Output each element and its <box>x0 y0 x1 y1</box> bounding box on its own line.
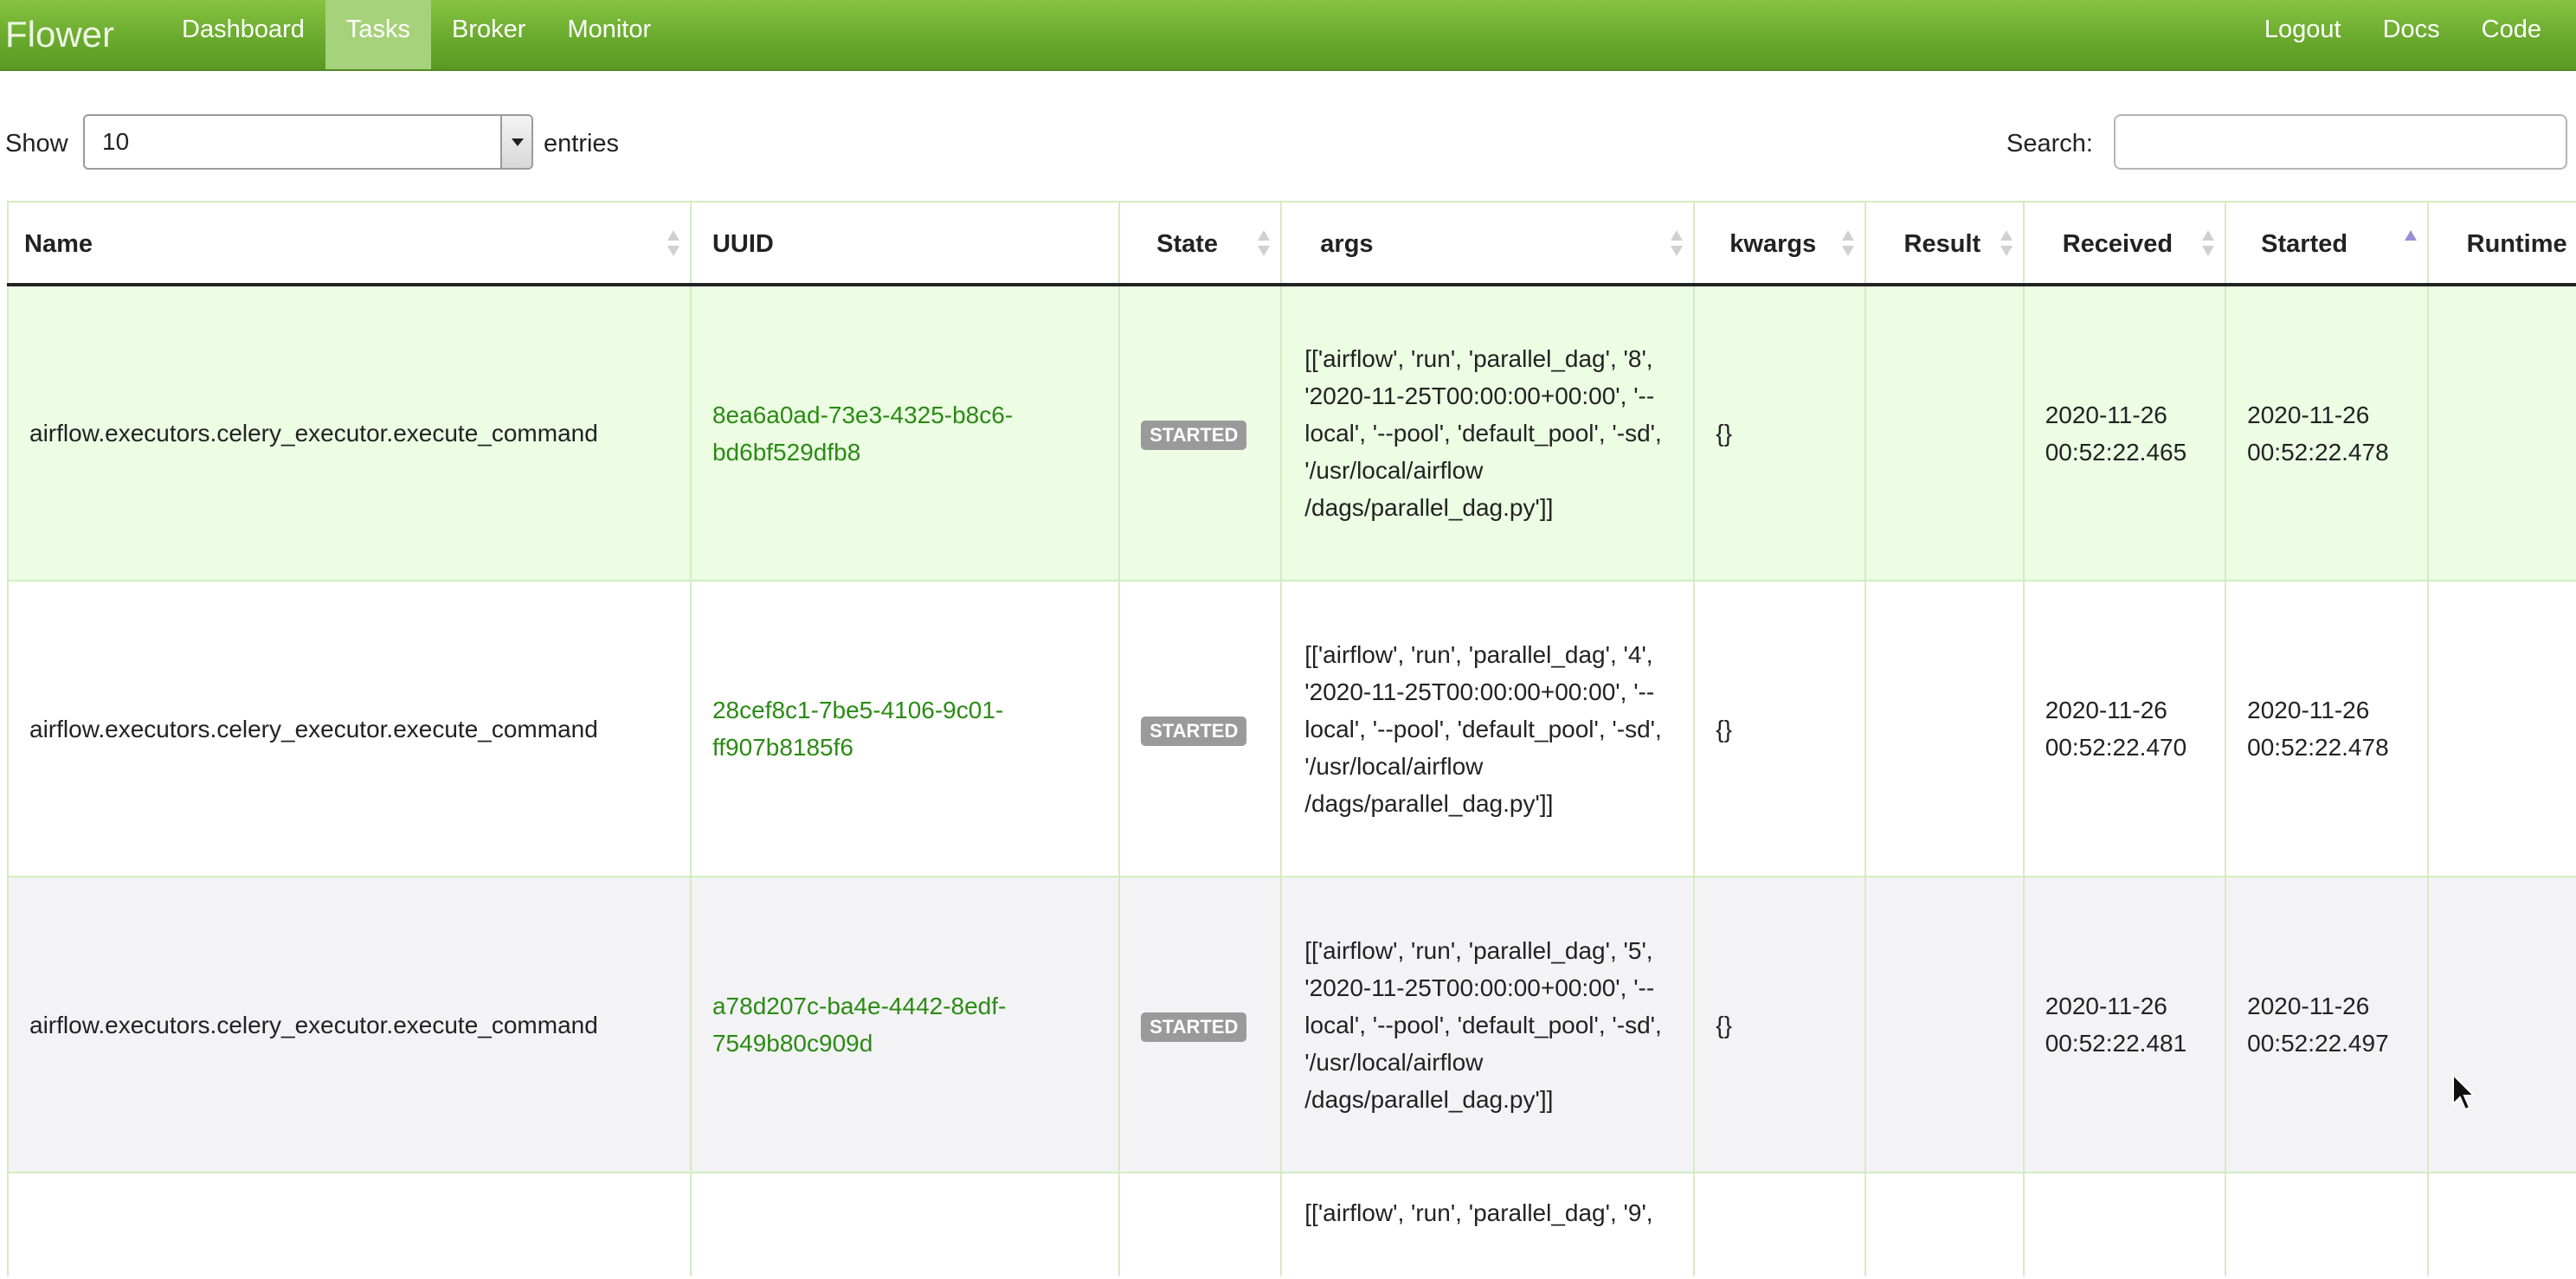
tasks-table: Name UUID State args kwargs Result Recei… <box>7 201 2576 1276</box>
column-header-uuid[interactable]: UUID <box>689 201 1120 286</box>
nav-left: Dashboard Tasks Broker Monitor <box>161 0 672 69</box>
sort-icon <box>1258 228 1271 260</box>
state-badge: STARTED <box>1141 421 1247 450</box>
column-label: UUID <box>712 230 774 258</box>
table-row[interactable]: airflow.executors.celery_executor.execut… <box>7 580 2576 877</box>
task-result-cell <box>1864 284 2024 581</box>
task-kwargs-cell: {} <box>1693 284 1865 581</box>
column-label: kwargs <box>1729 230 1817 258</box>
task-started-cell: 2020-11-26 00:52:22.478 <box>2225 284 2428 581</box>
sort-icon <box>667 228 679 260</box>
column-label: State <box>1156 230 1219 258</box>
state-badge: STARTED <box>1141 1012 1247 1042</box>
column-label: Started <box>2261 230 2348 258</box>
task-received-cell: 2020-11-26 00:52:22.481 <box>2022 876 2226 1173</box>
search-input[interactable] <box>2114 114 2567 170</box>
task-result-cell <box>1864 876 2024 1173</box>
task-result-cell <box>1864 1172 2024 1276</box>
task-uuid-cell: 28cef8c1-7be5-4106-9c01-ff907b8185f6 <box>689 580 1120 877</box>
task-state-cell: STARTED <box>1118 876 1282 1173</box>
task-args-cell: [['airflow', 'run', 'parallel_dag', '9', <box>1280 1172 1695 1276</box>
task-state-cell <box>1118 1172 1282 1276</box>
entries-length-value: 10 <box>102 128 130 155</box>
table-row[interactable]: [['airflow', 'run', 'parallel_dag', '9', <box>7 1172 2576 1276</box>
nav-tasks[interactable]: Tasks <box>325 0 432 69</box>
column-header-runtime[interactable]: Runtime <box>2426 201 2576 286</box>
column-header-kwargs[interactable]: kwargs <box>1693 201 1865 286</box>
task-kwargs-cell: {} <box>1693 580 1865 877</box>
tasks-table-container: Name UUID State args kwargs Result Recei… <box>7 201 2576 1279</box>
sort-icon <box>2202 228 2215 260</box>
task-runtime-cell <box>2426 580 2576 877</box>
task-uuid-link[interactable]: 8ea6a0ad-73e3-4325-b8c6-bd6bf529dfb8 <box>712 402 1013 466</box>
sort-icon <box>2000 228 2012 260</box>
column-label: Received <box>2062 230 2174 258</box>
column-header-started[interactable]: Started <box>2225 201 2428 286</box>
task-uuid-cell: 8ea6a0ad-73e3-4325-b8c6-bd6bf529dfb8 <box>689 284 1120 581</box>
table-header-row: Name UUID State args kwargs Result Recei… <box>7 201 2576 286</box>
column-label: Runtime <box>2466 230 2567 258</box>
task-uuid-link[interactable]: a78d207c-ba4e-4442-8edf-7549b80c909d <box>712 993 1006 1057</box>
task-started-cell <box>2225 1172 2428 1276</box>
nav-logout[interactable]: Logout <box>2244 0 2362 69</box>
task-args-cell: [['airflow', 'run', 'parallel_dag', '8',… <box>1280 284 1695 581</box>
entries-label: entries <box>544 130 620 157</box>
task-name-cell <box>7 1172 691 1276</box>
table-row[interactable]: airflow.executors.celery_executor.execut… <box>7 876 2576 1173</box>
task-args-cell: [['airflow', 'run', 'parallel_dag', '4',… <box>1280 580 1695 877</box>
task-started-cell: 2020-11-26 00:52:22.497 <box>2225 876 2428 1173</box>
search-label: Search: <box>2006 130 2093 157</box>
task-name-cell: airflow.executors.celery_executor.execut… <box>7 876 691 1173</box>
task-runtime-cell <box>2426 876 2576 1173</box>
top-navbar: Flower Dashboard Tasks Broker Monitor Lo… <box>0 0 2576 71</box>
task-name-cell: airflow.executors.celery_executor.execut… <box>7 284 691 581</box>
task-uuid-cell: a78d207c-ba4e-4442-8edf-7549b80c909d <box>689 876 1120 1173</box>
nav-right: Logout Docs Code <box>2244 0 2562 69</box>
task-result-cell <box>1864 580 2024 877</box>
sort-ascending-icon <box>2404 228 2417 260</box>
task-runtime-cell <box>2426 1172 2576 1276</box>
task-received-cell <box>2022 1172 2226 1276</box>
task-kwargs-cell <box>1693 1172 1865 1276</box>
task-uuid-cell <box>689 1172 1120 1276</box>
column-label: args <box>1320 230 1374 258</box>
column-header-args[interactable]: args <box>1280 201 1695 286</box>
column-label: Name <box>24 230 93 258</box>
task-received-cell: 2020-11-26 00:52:22.465 <box>2022 284 2226 581</box>
nav-broker[interactable]: Broker <box>431 0 546 69</box>
table-row[interactable]: airflow.executors.celery_executor.execut… <box>7 284 2576 581</box>
dropdown-arrow-icon[interactable] <box>500 116 531 168</box>
state-badge: STARTED <box>1141 716 1247 746</box>
task-state-cell: STARTED <box>1118 284 1282 581</box>
column-header-received[interactable]: Received <box>2022 201 2226 286</box>
task-name-cell: airflow.executors.celery_executor.execut… <box>7 580 691 877</box>
column-header-result[interactable]: Result <box>1864 201 2024 286</box>
task-uuid-link[interactable]: 28cef8c1-7be5-4106-9c01-ff907b8185f6 <box>712 697 1003 761</box>
nav-code[interactable]: Code <box>2461 0 2562 69</box>
task-started-cell: 2020-11-26 00:52:22.478 <box>2225 580 2428 877</box>
column-header-name[interactable]: Name <box>7 201 691 286</box>
column-label: Result <box>1903 230 1981 258</box>
task-state-cell: STARTED <box>1118 580 1282 877</box>
task-runtime-cell <box>2426 284 2576 581</box>
show-label: Show <box>5 130 68 157</box>
mouse-cursor-icon <box>2452 1073 2476 1111</box>
nav-monitor[interactable]: Monitor <box>546 0 672 69</box>
entries-length-select[interactable]: 10 <box>83 114 533 170</box>
brand-logo[interactable]: Flower <box>5 10 114 59</box>
task-args-cell: [['airflow', 'run', 'parallel_dag', '5',… <box>1280 876 1695 1173</box>
sort-icon <box>1841 228 1854 260</box>
nav-docs[interactable]: Docs <box>2362 0 2461 69</box>
nav-dashboard[interactable]: Dashboard <box>161 0 325 69</box>
column-header-state[interactable]: State <box>1118 201 1282 286</box>
task-kwargs-cell: {} <box>1693 876 1865 1173</box>
task-received-cell: 2020-11-26 00:52:22.470 <box>2022 580 2226 877</box>
sort-icon <box>1671 228 1684 260</box>
